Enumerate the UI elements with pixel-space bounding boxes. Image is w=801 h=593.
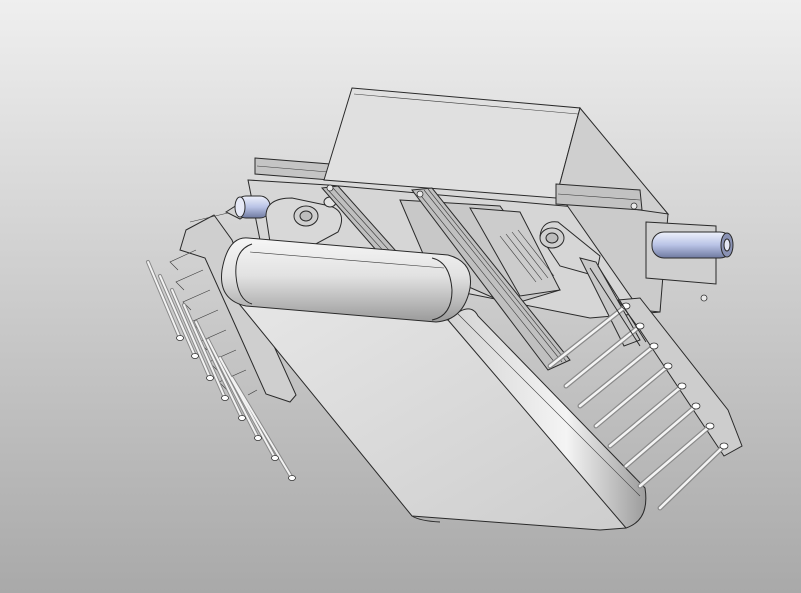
model-scene[interactable] <box>0 0 801 593</box>
left-motor[interactable] <box>234 195 271 219</box>
3d-viewport[interactable] <box>0 0 801 593</box>
